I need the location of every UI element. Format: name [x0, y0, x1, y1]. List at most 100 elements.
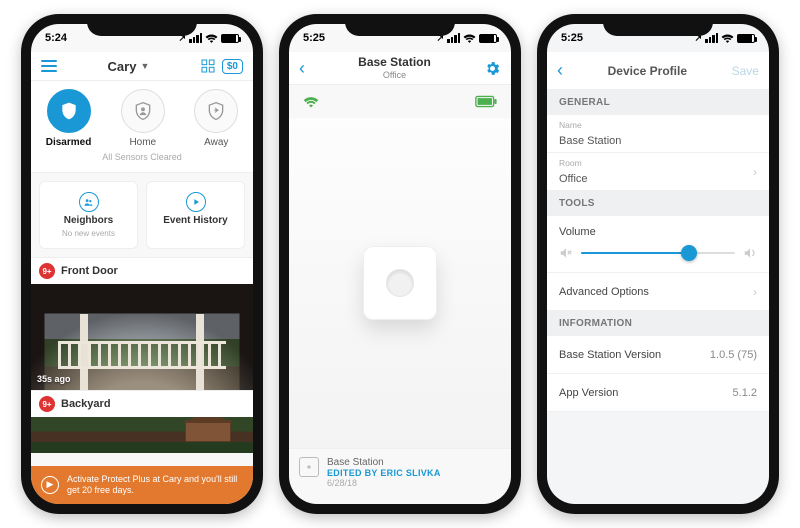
row-base-version: Base Station Version 1.0.5 (75) — [547, 336, 769, 374]
notch — [603, 14, 713, 36]
page-title: Device Profile — [608, 64, 687, 78]
slider-knob[interactable] — [681, 245, 697, 261]
notch — [87, 14, 197, 36]
row-name[interactable]: Name Base Station — [547, 115, 769, 153]
event-count-badge: 9+ — [39, 263, 55, 279]
row-value: 5.1.2 — [733, 387, 757, 399]
menu-icon[interactable] — [41, 60, 57, 72]
shield-off-icon — [47, 89, 91, 133]
shield-away-icon — [194, 89, 238, 133]
dashboard-cards: Neighbors No new events Event History — [31, 173, 253, 257]
footer-editor: EDITED BY ERIC SLIVKA — [327, 468, 441, 478]
layout-icon[interactable] — [200, 58, 216, 74]
base-station-button-icon — [386, 269, 414, 297]
alarm-modes: Disarmed Home Away All Sensors Cleared — [31, 81, 253, 173]
status-time: 5:25 — [303, 32, 325, 44]
history-card[interactable]: Event History — [146, 181, 245, 249]
row-value: 1.0.5 (75) — [710, 349, 757, 361]
page-title: Base Station Office — [358, 56, 431, 80]
section-info: INFORMATION — [547, 311, 769, 336]
footer-name: Base Station — [327, 457, 441, 468]
status-time: 5:24 — [45, 32, 67, 44]
card-title: Neighbors — [64, 215, 113, 226]
settings-button[interactable] — [484, 60, 501, 77]
play-icon — [186, 192, 206, 212]
section-general: GENERAL — [547, 90, 769, 115]
device-meta: Base Station EDITED BY ERIC SLIVKA 6/28/… — [327, 457, 441, 488]
battery-icon — [479, 34, 497, 43]
play-circle-icon: ▶ — [41, 476, 59, 494]
slider-fill — [581, 252, 689, 254]
row-room[interactable]: Room Office › — [547, 153, 769, 191]
neighbors-card[interactable]: Neighbors No new events — [39, 181, 138, 249]
signal-icon — [189, 33, 202, 43]
screen-device-detail: 5:25 ↗ ‹ Base Station Office — [289, 24, 511, 504]
wifi-icon — [205, 33, 218, 43]
event-count-badge: 9+ — [39, 396, 55, 412]
location-name: Cary — [108, 59, 137, 74]
snapshot-timestamp: 35s ago — [37, 374, 71, 384]
mode-disarmed[interactable]: Disarmed — [46, 89, 92, 148]
card-subtitle: No new events — [62, 229, 115, 238]
banner-text: Activate Protect Plus at Cary and you'll… — [67, 474, 237, 497]
chevron-right-icon: › — [753, 285, 757, 299]
footer-date: 6/28/18 — [327, 478, 441, 488]
hub-icon — [299, 457, 319, 477]
app-header: Cary ▼ $0 — [31, 52, 253, 81]
row-app-version: App Version 5.1.2 — [547, 374, 769, 412]
field-value: Office — [559, 173, 588, 185]
camera-snapshot-front[interactable]: 35s ago — [31, 284, 253, 390]
slider-track[interactable] — [581, 252, 735, 254]
phone-device-detail: 5:25 ↗ ‹ Base Station Office — [279, 14, 521, 514]
row-label: Base Station Version — [559, 349, 661, 361]
camera-snapshot-back[interactable] — [31, 417, 253, 453]
battery-icon — [221, 34, 239, 43]
neighbors-icon — [79, 192, 99, 212]
screen-device-profile: 5:25 ↗ ‹ Device Profile Save GENERAL Nam… — [547, 24, 769, 504]
wifi-status-icon — [303, 95, 319, 108]
battery-status-icon — [475, 95, 497, 108]
wifi-icon — [463, 33, 476, 43]
section-tools: TOOLS — [547, 191, 769, 216]
device-room: Office — [358, 70, 431, 80]
sensor-status: All Sensors Cleared — [31, 148, 253, 166]
promo-banner[interactable]: ▶ Activate Protect Plus at Cary and you'… — [31, 466, 253, 505]
mode-label: Away — [204, 137, 228, 148]
mode-away[interactable]: Away — [194, 89, 238, 148]
back-button[interactable]: ‹ — [299, 58, 305, 79]
location-selector[interactable]: Cary ▼ — [108, 59, 150, 74]
base-station-image — [363, 246, 437, 320]
row-label: Advanced Options — [559, 286, 649, 298]
save-button[interactable]: Save — [732, 64, 759, 78]
device-image-area — [289, 118, 511, 448]
signal-icon — [705, 33, 718, 43]
field-label: Name — [559, 120, 582, 130]
device-title: Base Station — [358, 56, 431, 70]
camera-header-front[interactable]: 9+ Front Door — [31, 257, 253, 284]
screen-dashboard: 5:24 ↗ Cary ▼ $0 — [31, 24, 253, 504]
camera-header-back[interactable]: 9+ Backyard — [31, 390, 253, 417]
phone-dashboard: 5:24 ↗ Cary ▼ $0 — [21, 14, 263, 514]
mode-label: Disarmed — [46, 137, 92, 148]
field-value: Base Station — [559, 135, 621, 147]
wifi-icon — [721, 33, 734, 43]
chevron-right-icon: › — [753, 165, 757, 179]
device-status-row — [289, 85, 511, 118]
device-footer[interactable]: Base Station EDITED BY ERIC SLIVKA 6/28/… — [289, 448, 511, 504]
gear-icon — [484, 60, 501, 77]
volume-slider[interactable] — [559, 246, 757, 260]
device-header: ‹ Base Station Office — [289, 52, 511, 85]
mode-home[interactable]: Home — [121, 89, 165, 148]
phone-device-profile: 5:25 ↗ ‹ Device Profile Save GENERAL Nam… — [537, 14, 779, 514]
card-title: Event History — [163, 215, 227, 226]
back-button[interactable]: ‹ — [557, 60, 563, 81]
row-volume: Volume — [547, 216, 769, 273]
shield-home-icon — [121, 89, 165, 133]
row-advanced[interactable]: Advanced Options › — [547, 273, 769, 311]
status-time: 5:25 — [561, 32, 583, 44]
mode-label: Home — [129, 137, 156, 148]
volume-mute-icon — [559, 246, 573, 260]
camera-name: Front Door — [61, 265, 118, 277]
balance-pill[interactable]: $0 — [222, 59, 243, 74]
profile-header: ‹ Device Profile Save — [547, 52, 769, 90]
